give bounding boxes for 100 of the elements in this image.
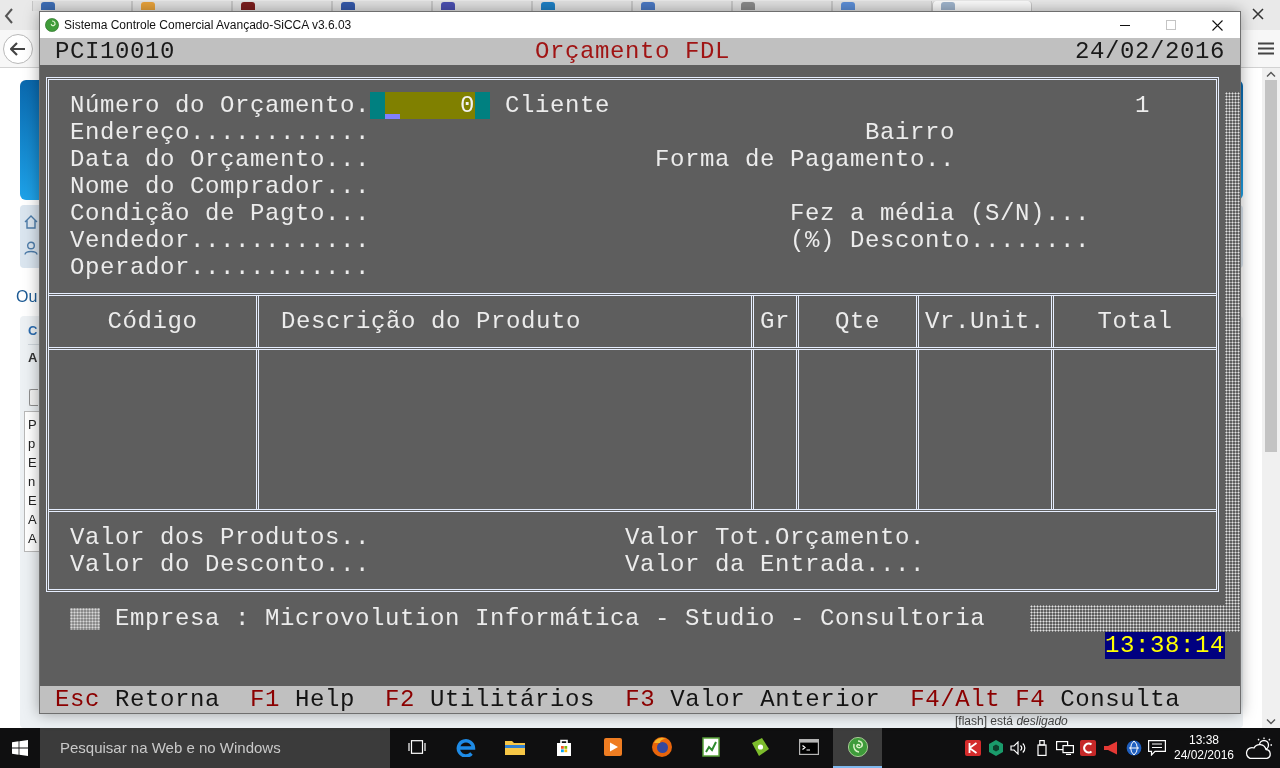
page-heading: Ou	[16, 287, 38, 307]
browser-tab[interactable]	[532, 1, 632, 11]
column-header: Gr	[760, 308, 790, 335]
back-button[interactable]	[3, 33, 33, 64]
speaker-icon[interactable]	[1009, 741, 1028, 755]
status-text: [flash] está desligado	[955, 715, 1068, 728]
browser-tab[interactable]	[32, 1, 132, 11]
terminal-icon	[798, 739, 819, 755]
globe-icon[interactable]	[1125, 740, 1142, 756]
window-title: Sistema Controle Comercial Avançado-SiCCA v3.6.03	[64, 17, 352, 34]
total-label: Valor dos Produtos..	[70, 524, 371, 551]
menu-icon	[1258, 42, 1274, 55]
total-label: Valor da Entrada....	[625, 551, 926, 578]
list-item[interactable]: A	[28, 510, 37, 529]
close-icon	[1211, 19, 1223, 31]
favicon-icon	[441, 2, 455, 10]
total-label: Valor do Desconto...	[70, 551, 371, 578]
field-label: Vendedor............	[70, 227, 371, 254]
chevron-left-icon[interactable]	[4, 8, 14, 24]
panel-title: C	[28, 322, 38, 340]
browser-tab[interactable]	[632, 1, 732, 11]
field-label: Operador............	[70, 254, 371, 281]
swirl-disc-icon	[847, 737, 868, 757]
clock-date: 24/02/2016	[1173, 748, 1235, 763]
shortcut-hint: F4/Alt F4 Consulta	[910, 686, 1181, 713]
favicon-icon	[141, 2, 155, 10]
clock-text: 13:38:14	[1105, 632, 1226, 659]
total-label: Valor Tot.Orçamento.	[625, 524, 926, 551]
taskbar-app-button[interactable]	[833, 728, 882, 768]
shortcut-hint: F3 Valor Anterior	[625, 686, 881, 713]
list-item[interactable]: P	[28, 415, 37, 434]
list-item[interactable]: n	[28, 472, 36, 491]
company-text: Empresa : Microvolution Informática - Studio - Consultoria	[115, 605, 986, 632]
arrow-left-icon	[10, 41, 26, 56]
tag-icon	[749, 737, 770, 757]
column-header: Descrição do Produto	[281, 308, 582, 335]
favicon-icon	[941, 2, 955, 10]
scroll-thumb[interactable]	[1265, 80, 1277, 452]
taskbar-clock[interactable]: 13:38 24/02/2016	[1168, 733, 1240, 763]
date-text: 24/02/2016	[1075, 38, 1226, 65]
field-label: Endereço............	[70, 119, 371, 146]
browser-tab[interactable]	[432, 1, 532, 11]
shield-icon[interactable]	[964, 740, 981, 756]
menu-button[interactable]	[1256, 40, 1276, 57]
chevron-up-icon[interactable]	[1266, 71, 1276, 77]
search-field[interactable]: Pesquisar na Web e no Windows	[40, 728, 390, 768]
minimize-icon	[1120, 24, 1130, 26]
favicon-icon	[341, 2, 355, 10]
user-icon[interactable]	[24, 241, 38, 255]
favicon-icon	[641, 2, 655, 10]
folder-icon	[504, 739, 525, 755]
field-value: 1	[1135, 92, 1150, 119]
field-label: Cliente	[505, 92, 611, 119]
hexagon-icon[interactable]	[987, 740, 1004, 756]
arc-badge-icon[interactable]	[1079, 740, 1096, 756]
maximize-icon	[1166, 20, 1176, 30]
favicon-icon	[541, 2, 555, 10]
field-label: (%) Desconto........	[790, 227, 1091, 254]
list-item[interactable]: A	[28, 529, 37, 548]
column-header: Total	[1097, 308, 1173, 335]
close-icon[interactable]	[1252, 8, 1264, 20]
browser-e-icon	[455, 737, 476, 757]
chevron-down-icon[interactable]	[1266, 719, 1276, 725]
app-icon	[45, 18, 59, 32]
notification-icon[interactable]	[1147, 740, 1166, 756]
panel-subtitle: A	[28, 349, 38, 367]
field-label: Bairro	[865, 119, 955, 146]
list-item[interactable]: p	[28, 434, 36, 453]
field-label: Nome do Comprador...	[70, 173, 371, 200]
favicon-icon	[41, 2, 55, 10]
cloud-sun-icon[interactable]	[1245, 737, 1275, 759]
screen-title: Orçamento FDL	[535, 38, 731, 65]
select-control[interactable]	[29, 389, 38, 406]
favicon-icon	[841, 2, 855, 10]
home-icon[interactable]	[24, 215, 38, 229]
program-code: PCI10010	[55, 38, 176, 65]
shortcut-hint: F1 Help	[250, 686, 356, 713]
firefox-icon	[651, 737, 672, 757]
usb-drive-icon[interactable]	[1036, 740, 1047, 756]
shopping-bag-icon	[554, 738, 573, 756]
windows-logo-icon	[12, 740, 28, 756]
favicon-icon	[241, 2, 255, 10]
column-header: Qte	[835, 308, 880, 335]
column-header: Código	[107, 308, 198, 335]
number-field[interactable]: 0	[370, 92, 490, 119]
field-label: Forma de Pagamento..	[655, 146, 956, 173]
field-label: Condição de Pagto...	[70, 200, 371, 227]
field-label: Data do Orçamento...	[70, 146, 371, 173]
monitor-icon[interactable]	[1055, 741, 1074, 755]
list-item[interactable]: E	[28, 453, 37, 472]
shortcut-hint: Esc Retorna	[55, 686, 221, 713]
play-icon	[603, 738, 622, 756]
browser-tab[interactable]	[232, 1, 332, 11]
list-item[interactable]: E	[28, 491, 37, 510]
field-label: Fez a média (S/N)...	[790, 200, 1091, 227]
megaphone-icon[interactable]	[1102, 741, 1119, 755]
shade-block-icon	[70, 608, 100, 630]
browser-tab[interactable]	[332, 1, 432, 11]
column-header: Vr.Unit.	[925, 308, 1045, 335]
clock-time: 13:38	[1189, 733, 1219, 748]
